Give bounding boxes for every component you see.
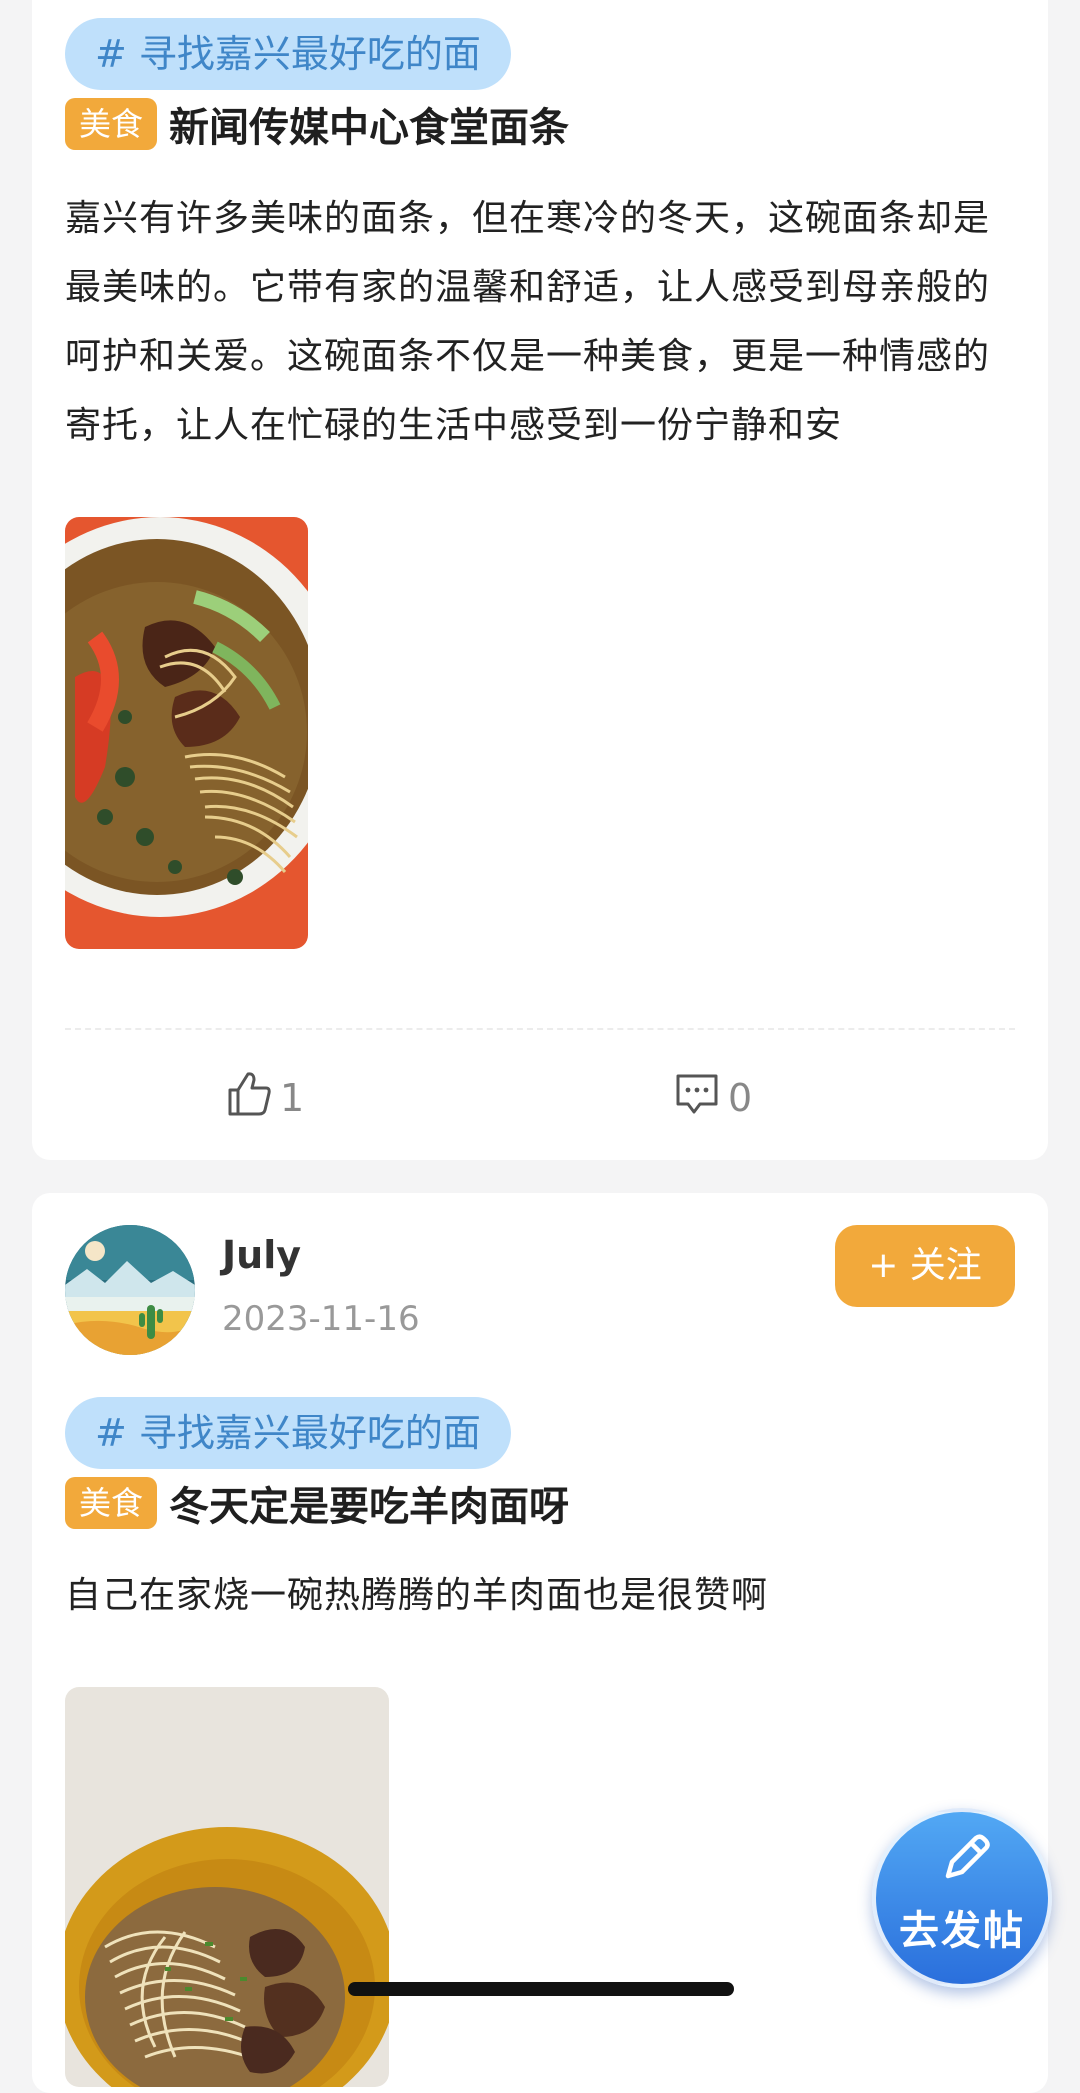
comment-button[interactable]: 0 xyxy=(674,1070,752,1126)
card-divider xyxy=(65,1028,1015,1030)
post-title-row[interactable]: 美食 冬天定是要吃羊肉面呀 xyxy=(65,1475,1015,1531)
post-body[interactable]: 嘉兴有许多美味的面条，但在寒冷的冬天，这碗面条却是最美味的。它带有家的温馨和舒适… xyxy=(65,184,1015,460)
like-count: 1 xyxy=(280,1076,305,1120)
post-body[interactable]: 自己在家烧一碗热腾腾的羊肉面也是很赞啊 xyxy=(65,1561,1015,1631)
comment-count: 0 xyxy=(728,1076,753,1120)
post-photo-lamb-noodles[interactable] xyxy=(65,1687,389,2087)
pencil-icon xyxy=(938,1830,994,1890)
thumbs-up-icon xyxy=(226,1070,272,1127)
topic-tag[interactable]: # 寻找嘉兴最好吃的面 xyxy=(65,18,511,90)
post-title[interactable]: 新闻传媒中心食堂面条 xyxy=(169,95,569,153)
category-badge: 美食 xyxy=(65,98,158,150)
topic-tag[interactable]: # 寻找嘉兴最好吃的面 xyxy=(65,1397,511,1469)
post-card[interactable]: # 寻找嘉兴最好吃的面 美食 新闻传媒中心食堂面条 嘉兴有许多美味的面条，但在寒… xyxy=(32,0,1048,1160)
author-name[interactable]: July xyxy=(222,1233,301,1277)
like-button[interactable]: 1 xyxy=(226,1070,304,1126)
post-title[interactable]: 冬天定是要吃羊肉面呀 xyxy=(169,1474,569,1532)
comment-icon xyxy=(674,1070,720,1127)
home-indicator[interactable] xyxy=(348,1982,734,1996)
post-date: 2023-11-16 xyxy=(222,1299,420,1339)
category-badge: 美食 xyxy=(65,1477,158,1529)
create-post-label: 去发帖 xyxy=(899,1908,1025,1954)
create-post-button[interactable]: 去发帖 xyxy=(872,1808,1052,1988)
post-photo-noodles[interactable] xyxy=(65,517,308,949)
follow-button[interactable]: + 关注 xyxy=(835,1225,1015,1307)
post-title-row[interactable]: 美食 新闻传媒中心食堂面条 xyxy=(65,96,1015,152)
avatar[interactable] xyxy=(65,1225,195,1355)
